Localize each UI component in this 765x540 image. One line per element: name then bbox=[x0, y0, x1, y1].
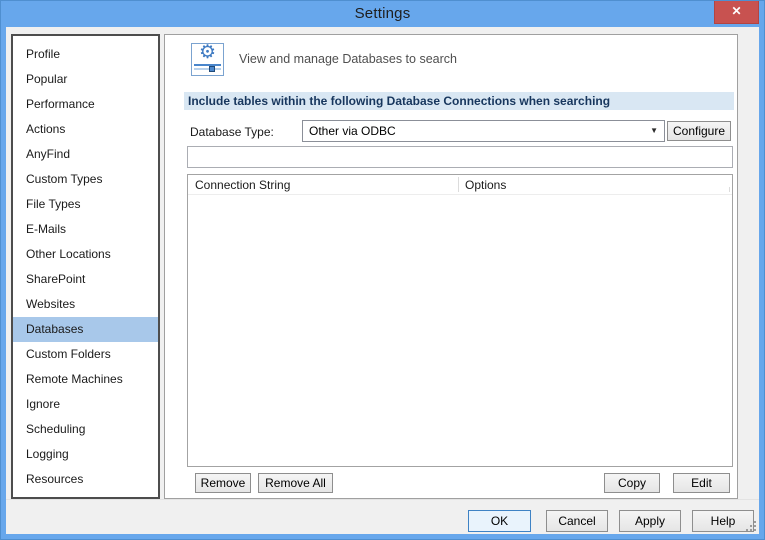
dialog-footer: OK Cancel Apply Help bbox=[6, 499, 759, 534]
sidebar-item-scheduling[interactable]: Scheduling bbox=[13, 417, 158, 442]
slider-track-icon bbox=[194, 68, 221, 70]
section-header-bar: Include tables within the following Data… bbox=[184, 92, 734, 110]
sidebar-item-anyfind[interactable]: AnyFind bbox=[13, 142, 158, 167]
sidebar-item-emails[interactable]: E-Mails bbox=[13, 217, 158, 242]
configure-button[interactable]: Configure bbox=[667, 121, 731, 141]
remove-button[interactable]: Remove bbox=[195, 473, 251, 493]
cancel-button[interactable]: Cancel bbox=[546, 510, 608, 532]
close-button[interactable]: ✕ bbox=[714, 1, 759, 24]
gear-icon-divider bbox=[194, 64, 221, 66]
sidebar-item-resources[interactable]: Resources bbox=[13, 467, 158, 492]
ok-button[interactable]: OK bbox=[468, 510, 531, 532]
apply-button[interactable]: Apply bbox=[619, 510, 681, 532]
sidebar-item-remote-machines[interactable]: Remote Machines bbox=[13, 367, 158, 392]
sidebar-item-custom-folders[interactable]: Custom Folders bbox=[13, 342, 158, 367]
resize-grip-icon[interactable] bbox=[754, 529, 756, 531]
connections-table-header: Connection String Options bbox=[188, 175, 732, 195]
settings-category-list: Profile Popular Performance Actions AnyF… bbox=[11, 34, 160, 499]
titlebar: Settings bbox=[1, 1, 764, 27]
sidebar-item-sharepoint[interactable]: SharePoint bbox=[13, 267, 158, 292]
connections-table[interactable]: Connection String Options bbox=[187, 174, 733, 467]
sidebar-item-popular[interactable]: Popular bbox=[13, 67, 158, 92]
databases-settings-panel: ⚙ View and manage Databases to search In… bbox=[164, 34, 738, 499]
help-button[interactable]: Help bbox=[692, 510, 754, 532]
database-type-label: Database Type: bbox=[190, 125, 274, 139]
sidebar-item-databases[interactable]: Databases bbox=[13, 317, 158, 342]
sidebar-item-performance[interactable]: Performance bbox=[13, 92, 158, 117]
section-header-text: Include tables within the following Data… bbox=[188, 94, 611, 108]
column-header-connection-string: Connection String bbox=[195, 178, 291, 192]
sidebar-item-ignore[interactable]: Ignore bbox=[13, 392, 158, 417]
remove-all-button[interactable]: Remove All bbox=[258, 473, 333, 493]
sidebar-item-file-types[interactable]: File Types bbox=[13, 192, 158, 217]
sidebar-item-actions[interactable]: Actions bbox=[13, 117, 158, 142]
sidebar-item-custom-types[interactable]: Custom Types bbox=[13, 167, 158, 192]
connection-string-input[interactable] bbox=[187, 146, 733, 168]
connections-table-body[interactable] bbox=[188, 196, 732, 466]
database-type-dropdown[interactable]: Other via ODBC ▼ bbox=[302, 120, 665, 142]
copy-button[interactable]: Copy bbox=[604, 473, 660, 493]
window-title: Settings bbox=[354, 5, 411, 22]
slider-handle-icon bbox=[209, 66, 215, 72]
sidebar-item-profile[interactable]: Profile bbox=[13, 42, 158, 67]
column-divider bbox=[458, 177, 459, 192]
dialog-client-area: Profile Popular Performance Actions AnyF… bbox=[6, 27, 759, 534]
database-type-selected-value: Other via ODBC bbox=[309, 124, 396, 138]
settings-window: Settings ✕ Profile Popular Performance A… bbox=[0, 0, 765, 540]
column-header-options: Options bbox=[465, 178, 507, 192]
databases-settings-icon: ⚙ bbox=[191, 42, 224, 76]
edit-button[interactable]: Edit bbox=[673, 473, 730, 493]
column-divider bbox=[729, 187, 730, 192]
sidebar-item-websites[interactable]: Websites bbox=[13, 292, 158, 317]
sidebar-item-other-locations[interactable]: Other Locations bbox=[13, 242, 158, 267]
gear-icon: ⚙ bbox=[198, 42, 217, 63]
sidebar-item-logging[interactable]: Logging bbox=[13, 442, 158, 467]
panel-caption: View and manage Databases to search bbox=[239, 52, 457, 66]
close-icon: ✕ bbox=[731, 4, 742, 18]
chevron-down-icon: ▼ bbox=[650, 126, 658, 135]
